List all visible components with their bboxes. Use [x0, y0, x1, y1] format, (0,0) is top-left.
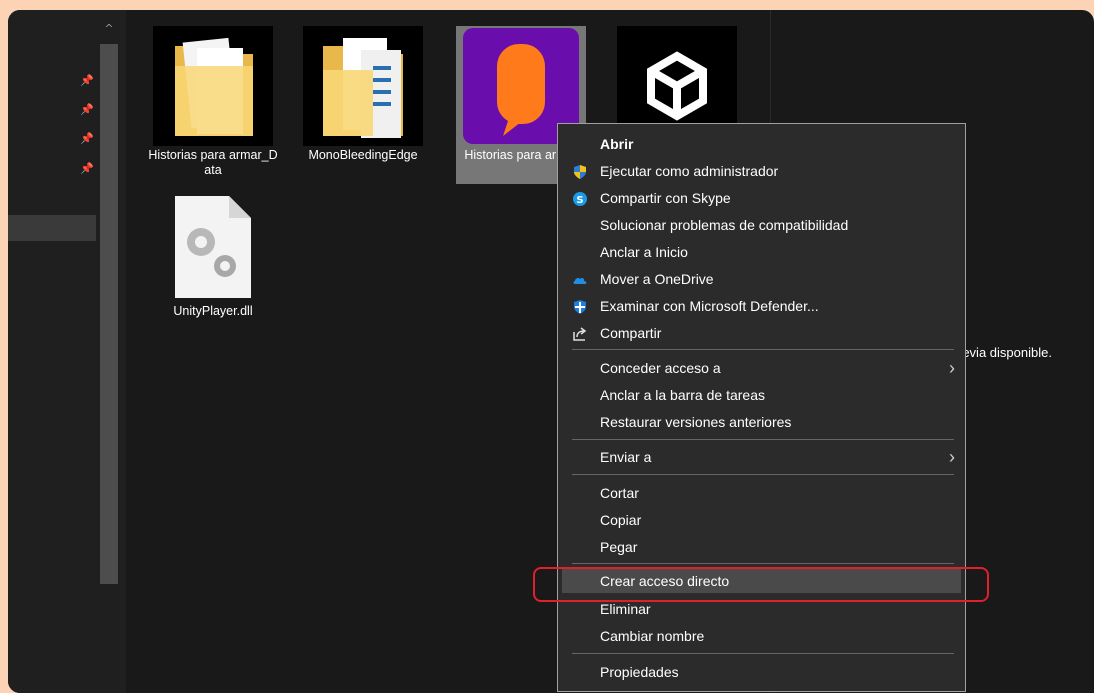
menu-item-abrir[interactable]: Abrir: [562, 132, 961, 156]
menu-item-conceder-acceso[interactable]: Conceder acceso a ›: [562, 356, 961, 380]
menu-separator: [572, 349, 954, 350]
dll-gears-icon: [153, 192, 273, 302]
menu-separator: [572, 439, 954, 440]
menu-item-solucionar[interactable]: Solucionar problemas de compatibilidad: [562, 213, 961, 237]
folder-icon: [153, 26, 273, 146]
menu-item-compartir-skype[interactable]: S Compartir con Skype: [562, 186, 961, 210]
menu-separator: [572, 653, 954, 654]
menu-item-ejecutar-admin[interactable]: Ejecutar como administrador: [562, 159, 961, 183]
preview-pane-message: revia disponible.: [958, 345, 1052, 360]
menu-item-anclar-barra[interactable]: Anclar a la barra de tareas: [562, 383, 961, 407]
file-item-monobleedingedge[interactable]: MonoBleedingEdge: [298, 26, 428, 163]
pin-icon: 📌: [80, 74, 94, 87]
menu-item-mover-onedrive[interactable]: Mover a OneDrive: [562, 267, 961, 291]
menu-item-cortar[interactable]: Cortar: [562, 481, 961, 505]
file-item-historias-data[interactable]: Historias para armar_Data: [148, 26, 278, 178]
folder-documents-icon: [303, 26, 423, 146]
nav-scrollbar[interactable]: ^: [100, 20, 118, 693]
menu-separator: [572, 563, 954, 564]
chevron-right-icon: ›: [949, 358, 955, 378]
scroll-up-arrow-icon[interactable]: ^: [104, 23, 114, 34]
pane-divider[interactable]: [120, 10, 126, 693]
svg-text:S: S: [576, 195, 583, 206]
context-menu: Abrir Ejecutar como administrador S Comp…: [557, 123, 966, 692]
menu-item-pegar[interactable]: Pegar: [562, 535, 961, 559]
pin-icon: 📌: [80, 162, 94, 175]
menu-item-anclar-inicio[interactable]: Anclar a Inicio: [562, 240, 961, 264]
menu-item-examinar-defender[interactable]: Examinar con Microsoft Defender...: [562, 294, 961, 318]
nav-selected-item[interactable]: [8, 215, 96, 241]
chevron-right-icon: ›: [949, 447, 955, 467]
file-item-unityplayer-dll[interactable]: UnityPlayer.dll: [148, 192, 278, 319]
file-label: UnityPlayer.dll: [173, 304, 253, 318]
menu-item-restaurar-versiones[interactable]: Restaurar versiones anteriores: [562, 410, 961, 434]
defender-shield-icon: [572, 298, 588, 314]
uac-shield-icon: [572, 163, 588, 179]
annotation-highlight-outline: [533, 567, 989, 602]
navigation-pane: 📌 📌 📌 📌 ^: [8, 10, 120, 693]
share-icon: [572, 325, 588, 341]
file-label: MonoBleedingEdge: [308, 148, 418, 162]
menu-item-enviar-a[interactable]: Enviar a ›: [562, 445, 961, 469]
menu-item-compartir[interactable]: Compartir: [562, 321, 961, 345]
menu-item-copiar[interactable]: Copiar: [562, 508, 961, 532]
pin-icon: 📌: [80, 132, 94, 145]
file-label: Historias para armar_Data: [148, 148, 278, 177]
menu-item-cambiar-nombre[interactable]: Cambiar nombre: [562, 624, 961, 648]
menu-separator: [572, 474, 954, 475]
scroll-thumb[interactable]: [100, 44, 118, 584]
pin-icon: 📌: [80, 103, 94, 116]
skype-icon: S: [572, 190, 588, 206]
menu-item-propiedades[interactable]: Propiedades: [562, 660, 961, 684]
onedrive-cloud-icon: [572, 271, 588, 287]
